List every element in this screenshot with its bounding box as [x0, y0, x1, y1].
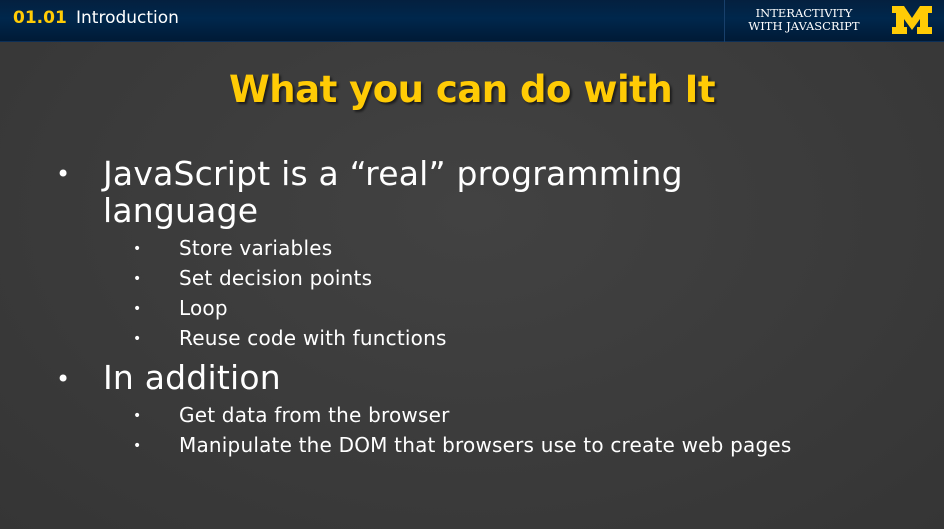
bullet-dot: • — [56, 160, 71, 188]
sub-bullet-text: Set decision points — [179, 266, 373, 290]
sub-bullet-dot: • — [133, 408, 142, 424]
bullet-list: • JavaScript is a “real” programming lan… — [0, 0, 944, 529]
sub-bullet-text: Store variables — [179, 236, 333, 260]
sub-bullet-text: Get data from the browser — [179, 403, 450, 427]
sub-bullet-text: Manipulate the DOM that browsers use to … — [179, 433, 792, 457]
sub-bullet-dot: • — [133, 438, 142, 454]
slide: 01.01 Introduction Interactivity with Ja… — [0, 0, 944, 529]
sub-bullet-text: Loop — [179, 296, 228, 320]
sub-bullet-dot: • — [133, 331, 142, 347]
bullet-text-continued: language — [103, 191, 259, 230]
sub-bullet-text: Reuse code with functions — [179, 326, 447, 350]
bullet-dot: • — [56, 365, 71, 393]
bullet-text: JavaScript is a “real” programming — [103, 154, 683, 193]
sub-bullet-dot: • — [133, 271, 142, 287]
sub-bullet-dot: • — [133, 301, 142, 317]
sub-bullet-dot: • — [133, 241, 142, 257]
bullet-text: In addition — [103, 358, 281, 397]
